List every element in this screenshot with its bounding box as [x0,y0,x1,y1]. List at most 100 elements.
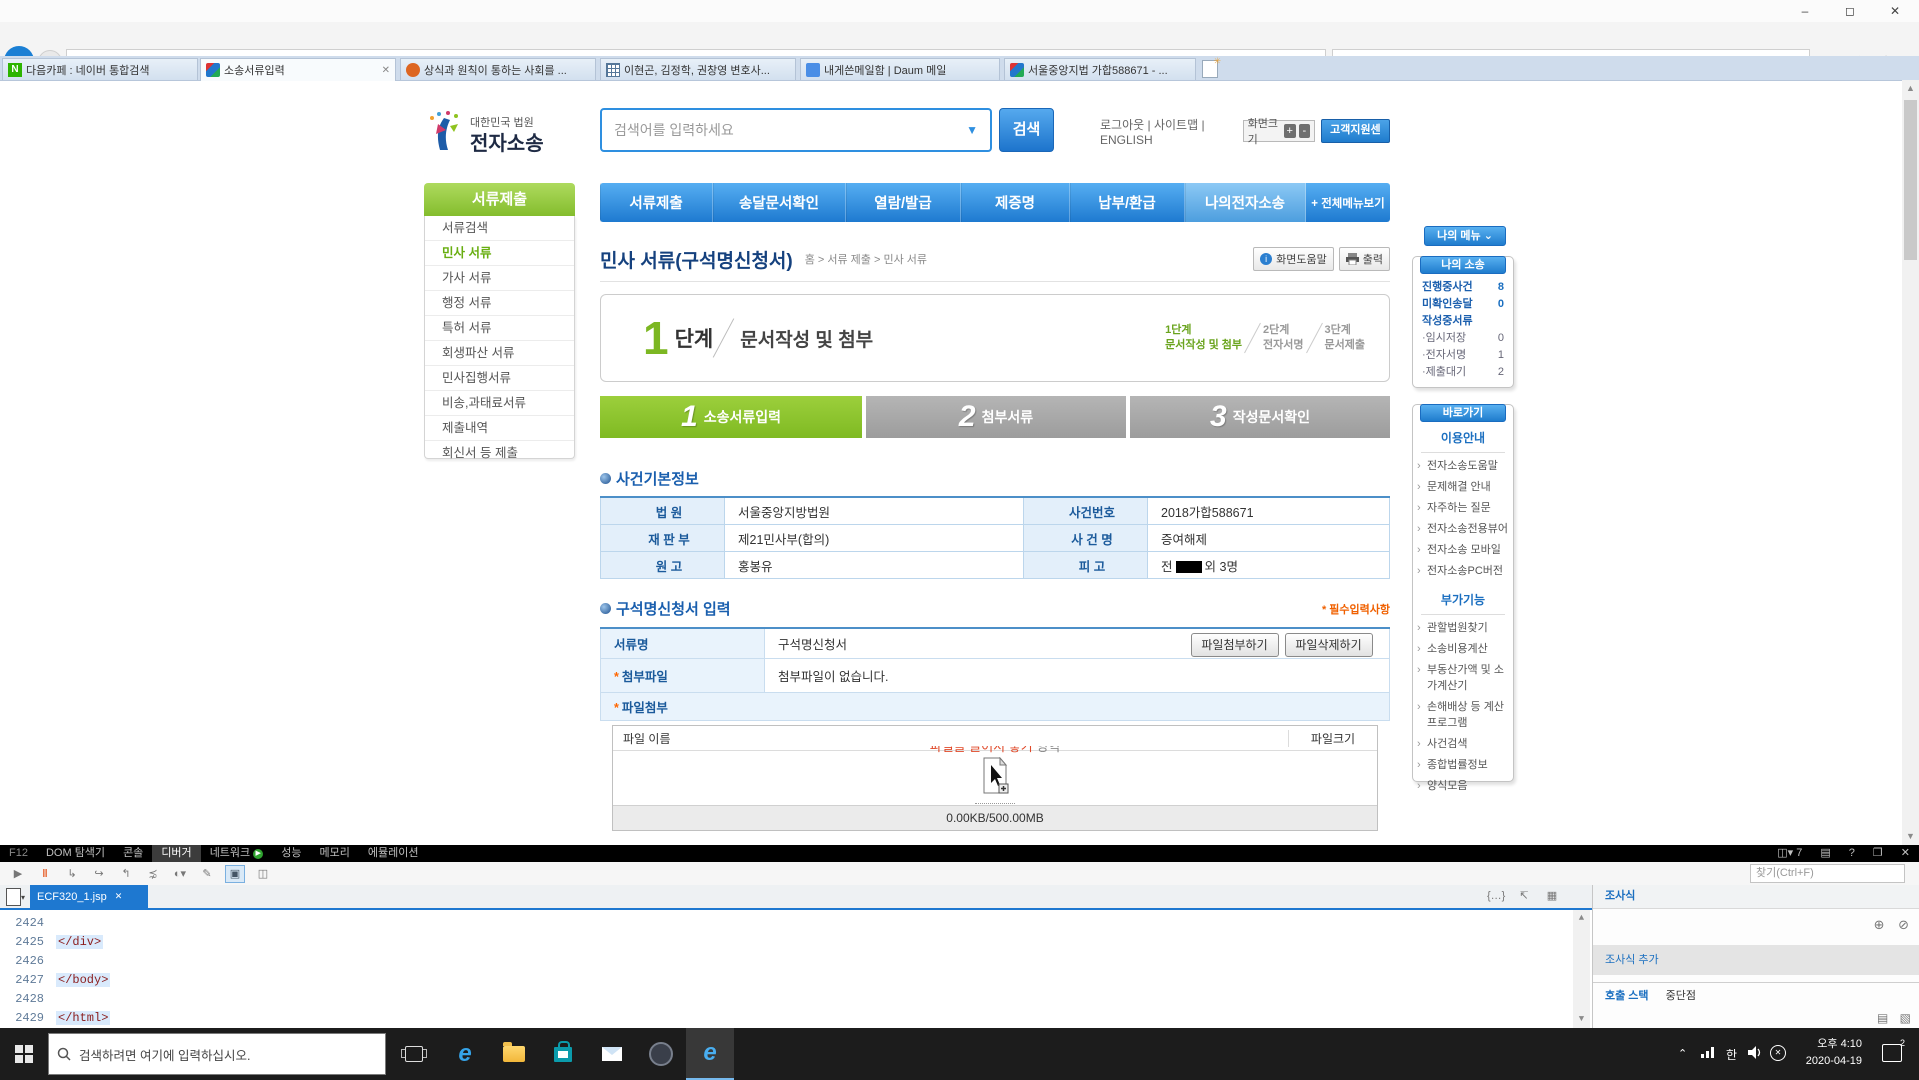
watch-add-row[interactable]: 조사식 추가 [1593,945,1919,975]
devtools-tab-performance[interactable]: 성능 [272,845,310,862]
side-item-patent-docs[interactable]: 특허 서류 [425,316,574,341]
bp-list-icon[interactable]: ▤ [1877,1011,1888,1025]
taskbar-clock[interactable]: 오후 4:10 2020-04-19 [1796,1036,1862,1070]
support-center-button[interactable]: 고객지원센터 [1321,119,1390,143]
maximize-icon[interactable]: ◻ [1835,2,1865,20]
side-item-submission-history[interactable]: 제출내역 [425,416,574,441]
step-out-icon[interactable]: ↰ [117,866,135,882]
site-search-combo[interactable]: 검색어를 입력하세요 ▼ [600,108,992,152]
format-icon[interactable]: {…} [1487,888,1505,904]
tab-news[interactable]: 상식과 원칙이 통하는 사회를 ... [400,58,596,80]
quick-link-faq[interactable]: 자주하는 질문 [1413,500,1513,516]
console-panel-icon[interactable]: ▤ [1811,845,1839,862]
add-watch-icon[interactable]: ⊕ [1874,917,1885,932]
continue-icon[interactable]: ▶ [9,866,27,882]
taskbar-app-ie-active[interactable]: e [686,1028,734,1080]
print-button[interactable]: 출력 [1339,247,1390,271]
scroll-down-icon[interactable]: ▼ [1902,828,1919,845]
delete-file-button[interactable]: 파일삭제하기 [1285,633,1373,657]
site-search-button[interactable]: 검색 [999,108,1054,152]
tab-lawyers[interactable]: 이현곤, 김정학, 권창영 변호사... [600,58,796,80]
start-button[interactable] [0,1028,48,1080]
tab-naver-search[interactable]: N 다음카페 : 네이버 통합검색 [2,58,198,80]
devtools-tab-network[interactable]: 네트워크 ▶ [201,845,273,862]
code-editor[interactable]: 2424 2425 </div> 2426 2427 </body> 2428 … [0,910,1592,1028]
attach-file-button[interactable]: 파일첨부하기 [1191,633,1279,657]
my-case-row[interactable]: 미확인송달0 [1413,296,1513,313]
scroll-thumb[interactable] [1904,100,1917,260]
nav-item-certificates[interactable]: 제증명 [961,183,1070,222]
nav-item-filing[interactable]: 서류제출 [600,183,713,222]
breakpoints-tab[interactable]: 중단점 [1666,990,1696,1002]
scroll-up-icon[interactable]: ▲ [1902,80,1919,97]
side-item-admin-docs[interactable]: 행정 서류 [425,291,574,316]
devtools-dock-icon[interactable]: ❐ [1864,845,1892,862]
font-smaller-button[interactable]: - [1299,124,1311,138]
step-over-icon[interactable]: ↪ [90,866,108,882]
quick-link-realestate-calc[interactable]: 부동산가액 및 소가계산기 [1413,662,1513,694]
nav-item-my-litigation[interactable]: 나의전자소송 [1185,183,1306,222]
side-item-noncontentious-docs[interactable]: 비송,과태료서류 [425,391,574,416]
step-into-icon[interactable]: ↳ [63,866,81,882]
tab-active-filing[interactable]: 소송서류입력 ✕ [200,58,396,81]
my-case-row[interactable]: 진행중사건8 [1413,279,1513,296]
file-tab-close-icon[interactable]: ✕ [115,891,123,902]
quick-link-help[interactable]: 전자소송도움말 [1413,458,1513,474]
my-case-row[interactable]: ·제출대기2 [1413,364,1513,381]
devtools-tab-debugger[interactable]: 디버거 [152,845,200,862]
screen-help-button[interactable]: i 화면도움말 [1253,247,1334,271]
devtools-tab-emulation[interactable]: 에뮬레이션 [359,845,428,862]
side-item-family-docs[interactable]: 가사 서류 [425,266,574,291]
scroll-up-icon[interactable]: ▲ [1573,910,1590,927]
scroll-down-icon[interactable]: ▼ [1573,1011,1590,1028]
utility-links[interactable]: 로그아웃 | 사이트맵 | ENGLISH [1100,116,1235,147]
devtools-tab-memory[interactable]: 메모리 [310,845,358,862]
side-item-civil-docs[interactable]: 민사 서류 [425,241,574,266]
file-drop-box[interactable]: 파일 이름 파일크기 파일을 끌어서 놓기 영역 InnoDS 0.00KB/5… [612,725,1378,831]
quick-link-cost-calc[interactable]: 소송비용계산 [1413,641,1513,657]
quick-link-case-search[interactable]: 사건검색 [1413,736,1513,752]
side-item-civil-exec-docs[interactable]: 민사집행서류 [425,366,574,391]
tab-case[interactable]: 서울중앙지법 가합588671 - ... [1004,58,1196,80]
taskbar-app-explorer[interactable] [490,1028,538,1080]
tab-close-icon[interactable]: ✕ [382,65,390,76]
source-map-icon[interactable]: ▦ [1543,888,1561,904]
quick-link-pc-version[interactable]: 전자소송PC버전 [1413,563,1513,579]
nav-item-view-issue[interactable]: 열람/발급 [846,183,961,222]
task-view-button[interactable] [390,1028,438,1080]
action-center-icon[interactable]: 2 [1882,1044,1902,1062]
nav-all-menu[interactable]: + 전체메뉴보기 [1306,183,1390,222]
devtools-tab-dom[interactable]: DOM 탐색기 [37,845,114,862]
tray-expand-icon[interactable]: ⌃ [1678,1047,1687,1060]
taskbar-app-store[interactable] [539,1028,587,1080]
nav-item-service-check[interactable]: 송달문서확인 [713,183,846,222]
quick-link-find-court[interactable]: 관할법원찾기 [1413,620,1513,636]
taskbar-app-mail[interactable] [588,1028,636,1080]
font-larger-button[interactable]: + [1284,124,1296,138]
target-selector-icon[interactable]: ◫▾ 7 [1768,845,1811,862]
nav-item-payment[interactable]: 납부/환급 [1070,183,1185,222]
exception-control-icon[interactable]: ◐▾ [171,866,189,882]
eject-tray-icon[interactable]: ✕ [1770,1045,1786,1061]
devtools-help-icon[interactable]: ? [1840,845,1864,862]
quick-link-troubleshoot[interactable]: 문제해결 안내 [1413,479,1513,495]
devtools-close-icon[interactable]: ✕ [1892,845,1919,862]
new-tab-icon[interactable]: ✳ [1202,60,1218,78]
my-menu-button[interactable]: 나의 메뉴 ⌄ [1424,226,1506,246]
my-case-row[interactable]: ·전자서명1 [1413,347,1513,364]
break-new-worker-icon[interactable]: ⋨ [144,866,162,882]
page-scrollbar[interactable]: ▲ ▼ [1902,80,1919,845]
volume-icon[interactable] [1748,1046,1763,1062]
code-scrollbar[interactable]: ▲ ▼ [1573,910,1590,1028]
devtools-tab-console[interactable]: 콘솔 [114,845,152,862]
quick-link-law-info[interactable]: 종합법률정보 [1413,757,1513,773]
side-item-rehab-docs[interactable]: 회생파산 서류 [425,341,574,366]
step-tab-input[interactable]: 1 소송서류입력 [600,396,862,438]
file-tab-active[interactable]: ECF320_1.jsp ✕ [30,885,148,908]
wrap-icon[interactable]: ↸ [1515,888,1533,904]
combo-dropdown-icon[interactable]: ▼ [966,123,978,137]
pretty-print-icon[interactable]: ◫ [254,866,272,882]
my-case-row[interactable]: ·임시저장0 [1413,330,1513,347]
my-case-row[interactable]: 작성중서류 [1413,313,1513,330]
ime-indicator[interactable]: 한 [1726,1046,1737,1063]
